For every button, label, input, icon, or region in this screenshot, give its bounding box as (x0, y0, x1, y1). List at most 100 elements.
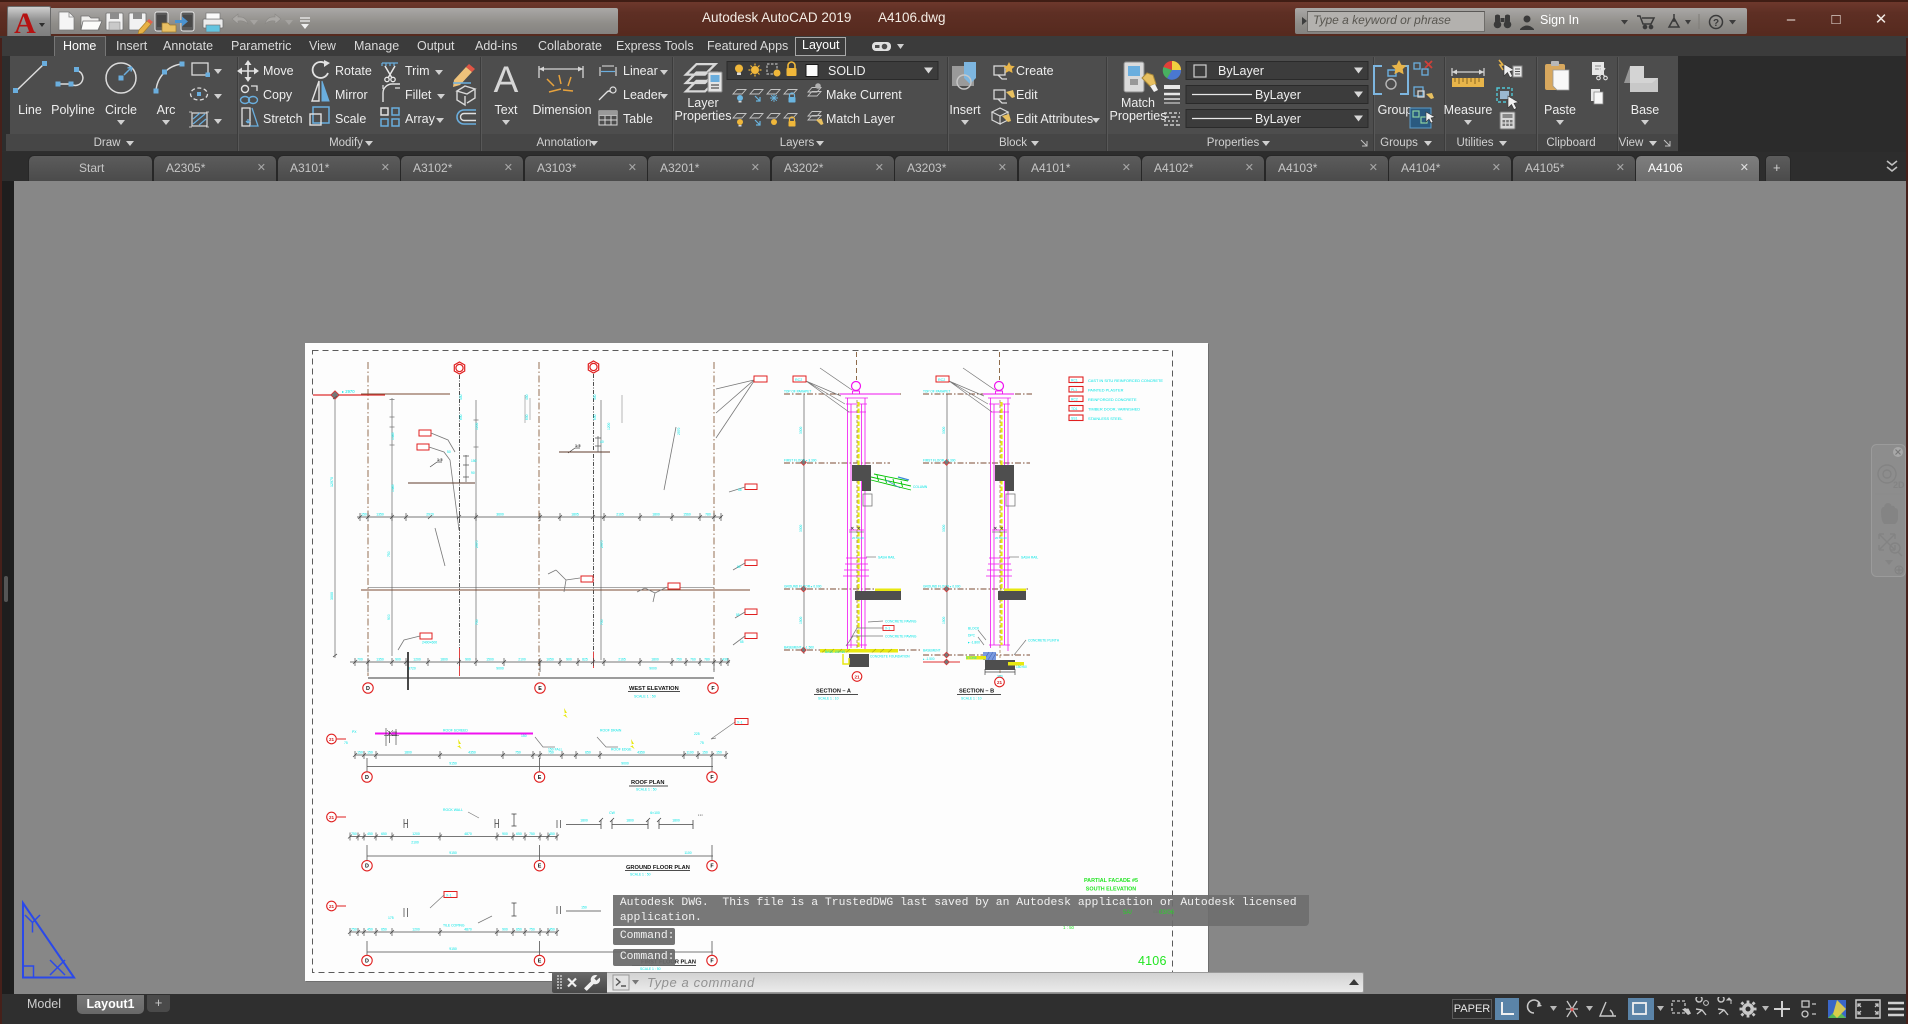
svg-text:Insert: Insert (949, 103, 981, 117)
svg-text:175: 175 (388, 916, 394, 920)
svg-text:1050: 1050 (546, 658, 554, 662)
svg-text:Arc: Arc (157, 103, 176, 117)
svg-text:STONE: STONE (966, 656, 977, 660)
svg-text:ROCK WALL: ROCK WALL (443, 808, 463, 812)
svg-text:PARTIAL FACADE #5: PARTIAL FACADE #5 (1084, 878, 1138, 884)
svg-text:TD1: TD1 (1071, 407, 1078, 411)
svg-text:Draw: Draw (94, 137, 122, 149)
svg-text:1500: 1500 (486, 658, 494, 662)
svg-text:150: 150 (716, 751, 722, 755)
svg-text:GROUND FLOOR ▸ 0.000: GROUND FLOOR ▸ 0.000 (784, 585, 822, 589)
svg-text:RC2: RC2 (938, 378, 945, 382)
svg-text:9000: 9000 (496, 667, 504, 671)
svg-text:780: 780 (704, 658, 710, 662)
svg-text:21: 21 (854, 675, 860, 680)
svg-text:Trim: Trim (405, 64, 430, 78)
svg-text:650: 650 (381, 832, 387, 836)
svg-text:1800: 1800 (672, 819, 680, 823)
svg-text:SASH RAIL: SASH RAIL (1021, 556, 1038, 560)
svg-text:4350: 4350 (637, 751, 645, 755)
svg-text:1500: 1500 (799, 616, 803, 624)
svg-text:1485: 1485 (391, 432, 395, 440)
svg-text:SOUTH ELEVATION: SOUTH ELEVATION (1086, 887, 1137, 893)
svg-text:A: A (14, 7, 36, 35)
svg-text:2100: 2100 (518, 658, 526, 662)
svg-text:6×100: 6×100 (650, 811, 660, 815)
svg-text:Layers: Layers (780, 137, 815, 149)
svg-text:3300: 3300 (942, 524, 946, 532)
svg-text:75: 75 (344, 741, 348, 745)
svg-text:Copy: Copy (263, 88, 293, 102)
svg-text:75: 75 (700, 741, 704, 745)
svg-text:ByLayer: ByLayer (1255, 88, 1301, 102)
svg-text:COLUMN: COLUMN (913, 485, 928, 489)
svg-text:9150: 9150 (449, 851, 457, 855)
svg-text:750: 750 (351, 832, 357, 836)
svg-text:9000: 9000 (649, 667, 657, 671)
svg-text:Dimension: Dimension (532, 103, 591, 117)
svg-text:450: 450 (549, 928, 555, 932)
svg-text:SOLID: SOLID (828, 64, 866, 78)
svg-text:CONCRETE PLINTH: CONCRETE PLINTH (1028, 639, 1060, 643)
svg-text:55: 55 (738, 488, 742, 492)
svg-text:450: 450 (367, 928, 373, 932)
svg-text:Linear: Linear (623, 64, 658, 78)
svg-text:TIMBER DOOR, VARNISHED: TIMBER DOOR, VARNISHED (1088, 407, 1140, 412)
svg-text:650: 650 (516, 928, 522, 932)
svg-text:TILE COPING: TILE COPING (443, 924, 465, 928)
svg-text:1200: 1200 (607, 422, 611, 430)
svg-text:▸ -1.500: ▸ -1.500 (923, 657, 935, 661)
svg-text:780: 780 (705, 513, 711, 517)
svg-text:D: D (366, 686, 370, 692)
svg-text:750: 750 (676, 658, 682, 662)
svg-text:20 60 20: 20 60 20 (995, 536, 1007, 540)
svg-text:BASEMENT ▸ -1.500: BASEMENT ▸ -1.500 (784, 646, 814, 650)
svg-text:21: 21 (997, 680, 1003, 685)
svg-text:21: 21 (329, 737, 335, 742)
svg-text:225: 225 (694, 732, 700, 736)
svg-text:CONCRETE PAVING: CONCRETE PAVING (885, 635, 917, 639)
svg-text:Groups: Groups (1380, 137, 1418, 149)
svg-text:750: 750 (351, 928, 357, 932)
svg-text:750: 750 (529, 832, 535, 836)
svg-text:2970: 2970 (600, 540, 604, 548)
svg-text:750: 750 (387, 551, 391, 557)
svg-text:SCALE 1 : 50: SCALE 1 : 50 (630, 873, 651, 877)
svg-text:SCALE 1 : 50: SCALE 1 : 50 (636, 788, 657, 792)
svg-text:21: 21 (329, 815, 335, 820)
svg-text:SS1: SS1 (1071, 417, 1078, 421)
svg-text:Layer: Layer (687, 96, 718, 110)
svg-text:BLOCK: BLOCK (968, 627, 980, 631)
svg-text:Paste: Paste (1544, 103, 1576, 117)
svg-text:1:5: 1:5 (575, 444, 581, 448)
svg-text:2100: 2100 (411, 841, 419, 845)
svg-text:D: D (365, 864, 369, 870)
svg-text:50: 50 (447, 450, 451, 454)
svg-text:SCALE 1 : 10: SCALE 1 : 10 (961, 697, 982, 701)
svg-text:Edit: Edit (1016, 88, 1038, 102)
svg-text:Array: Array (405, 112, 436, 126)
svg-text:Type a command: Type a command (647, 975, 755, 990)
svg-text:BASE 150×60: BASE 150×60 (825, 650, 845, 654)
svg-text:SCALE 1 : 50: SCALE 1 : 50 (640, 967, 661, 971)
svg-text:X-1: X-1 (446, 894, 452, 898)
svg-text:5A/: 5A/ (1123, 910, 1132, 916)
svg-text:Modify: Modify (329, 137, 363, 149)
svg-text:Scale: Scale (335, 112, 366, 126)
svg-text:BASEMENT: BASEMENT (923, 649, 941, 653)
svg-text:Group: Group (1378, 103, 1413, 117)
svg-text:4870: 4870 (464, 928, 472, 932)
svg-text:4350: 4350 (468, 751, 476, 755)
svg-text:1200: 1200 (412, 832, 420, 836)
svg-text:TOP OF PARAPET: TOP OF PARAPET (784, 390, 811, 394)
svg-text:Measure: Measure (1444, 103, 1493, 117)
svg-text:RC2: RC2 (1071, 398, 1078, 402)
svg-text:760: 760 (690, 658, 696, 662)
svg-text:2970: 2970 (677, 427, 681, 435)
svg-text:PL1: PL1 (1071, 388, 1077, 392)
svg-text:900: 900 (502, 832, 508, 836)
svg-text:900: 900 (502, 928, 508, 932)
svg-text:SECTION – B: SECTION – B (959, 689, 994, 695)
svg-text:650: 650 (585, 751, 591, 755)
svg-text:03/06: 03/06 (1159, 910, 1175, 916)
